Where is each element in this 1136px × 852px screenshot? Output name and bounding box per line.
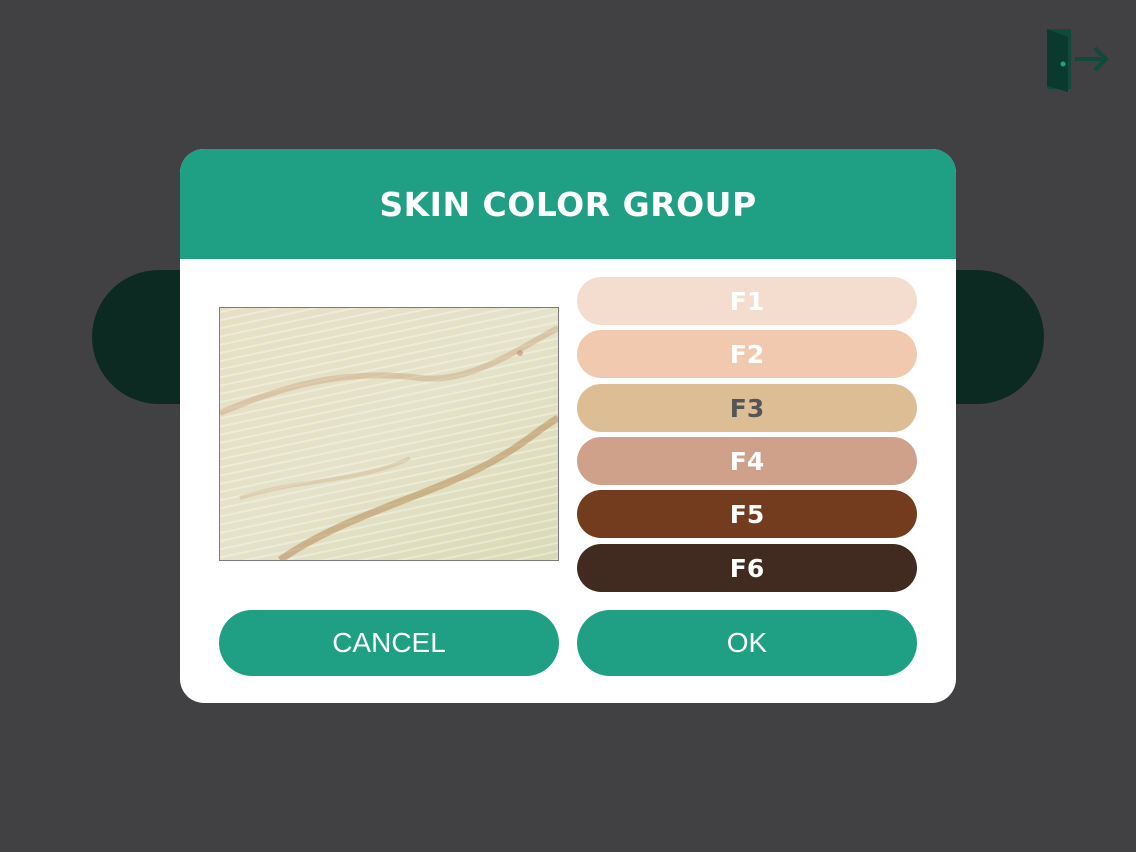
swatch-label: F2 bbox=[729, 339, 765, 369]
swatch-f4[interactable]: F4 bbox=[577, 437, 917, 485]
dialog-header: SKIN COLOR GROUP bbox=[180, 149, 956, 259]
swatch-f1[interactable]: F1 bbox=[577, 277, 917, 325]
exit-door-icon[interactable] bbox=[1040, 26, 1112, 94]
ok-button[interactable]: OK bbox=[577, 610, 917, 676]
dialog-title: SKIN COLOR GROUP bbox=[379, 184, 757, 224]
swatch-label: F6 bbox=[729, 553, 765, 583]
cancel-button[interactable]: CANCEL bbox=[219, 610, 559, 676]
swatch-f3[interactable]: F3 bbox=[577, 384, 917, 432]
swatch-label: F4 bbox=[729, 446, 765, 476]
swatch-label: F5 bbox=[729, 499, 765, 529]
swatch-f2[interactable]: F2 bbox=[577, 330, 917, 378]
swatch-label: F1 bbox=[729, 286, 765, 316]
swatch-f6[interactable]: F6 bbox=[577, 544, 917, 592]
swatch-f5[interactable]: F5 bbox=[577, 490, 917, 538]
skin-color-dialog: SKIN COLOR GROUP F1 F2 F3 F4 F5 F6 CANCE… bbox=[180, 149, 956, 703]
swatch-label: F3 bbox=[729, 393, 765, 423]
skin-image-preview bbox=[219, 307, 559, 561]
